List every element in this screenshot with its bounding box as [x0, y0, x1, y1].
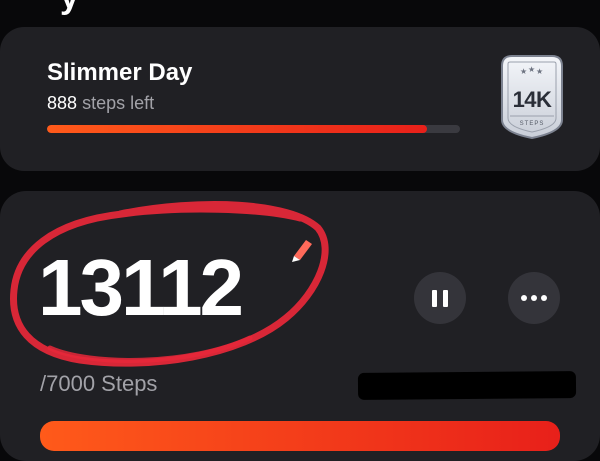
medal-badge-icon[interactable]: ★ ★ ★ 14K STEPS [498, 52, 566, 140]
more-icon-dot [521, 295, 527, 301]
redacted-text [357, 371, 577, 400]
more-options-button[interactable] [508, 272, 560, 324]
svg-text:★: ★ [520, 67, 527, 76]
more-icon-dot [531, 295, 537, 301]
header-title-strip: y [0, 0, 600, 22]
pause-button[interactable] [414, 272, 466, 324]
steps-progress-bar [40, 421, 560, 451]
svg-text:★: ★ [536, 67, 543, 76]
pause-icon-bar-right [443, 289, 448, 307]
steps-left-value: 888 [47, 93, 78, 113]
header-title: y [60, 0, 79, 17]
svg-text:★: ★ [528, 65, 535, 74]
badge-label: 14K [512, 87, 552, 112]
challenge-progress-track [47, 125, 460, 133]
pause-icon-bar-left [432, 289, 437, 307]
step-count: 13112 [38, 243, 244, 332]
pencil-icon-shape [292, 240, 312, 262]
more-icon-dot [541, 295, 547, 301]
challenge-progress-fill [47, 125, 427, 133]
step-goal: /7000 Steps [40, 371, 158, 396]
steps-left-label: steps left [82, 93, 155, 113]
steps-left-text: 888 steps left [47, 93, 154, 114]
pencil-icon[interactable] [284, 232, 318, 266]
challenge-title: Slimmer Day [47, 59, 193, 86]
badge-sub-label: STEPS [519, 121, 545, 127]
